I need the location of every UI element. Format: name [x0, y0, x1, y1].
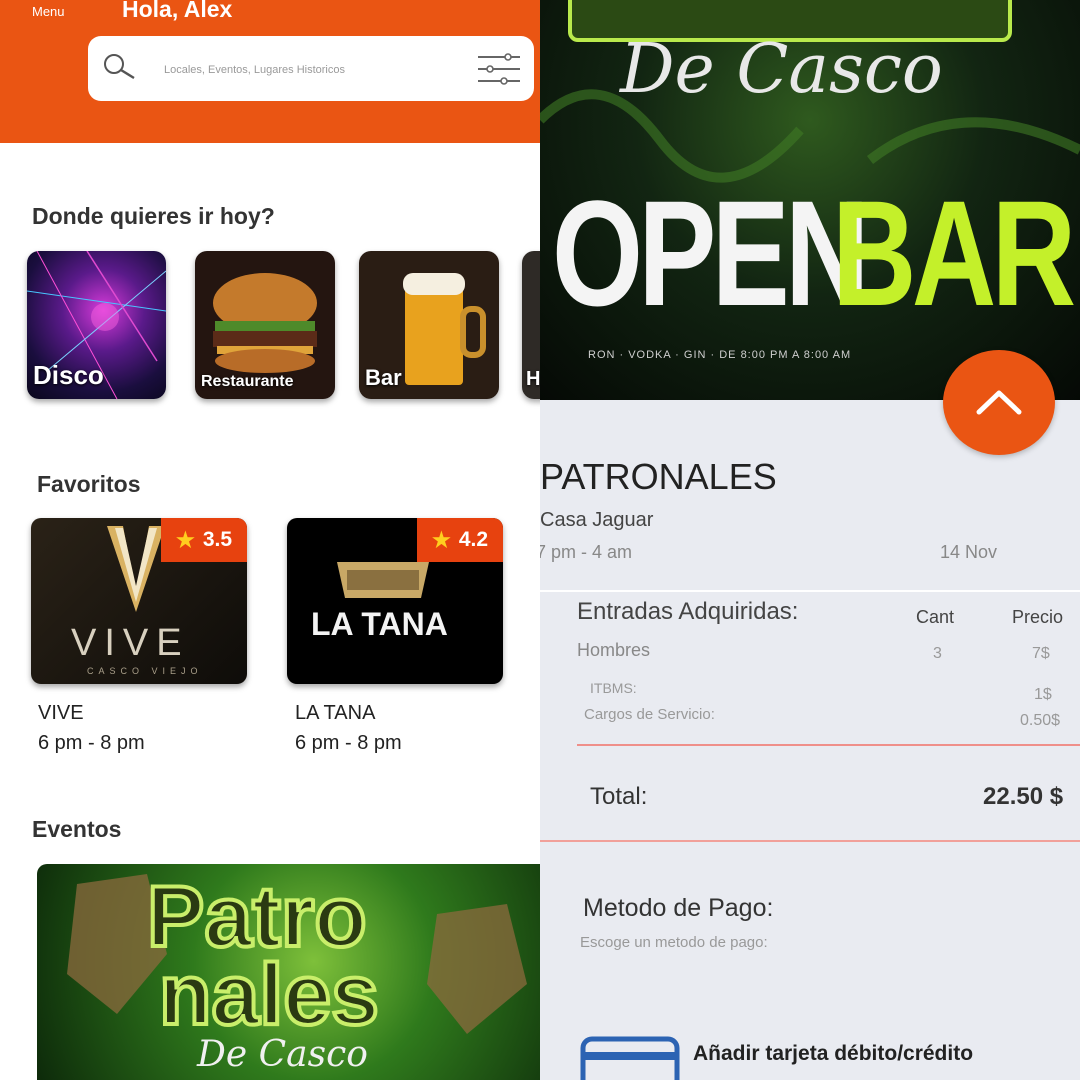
favorite-card-latana[interactable]: LA TANA ★ 4.2: [287, 518, 503, 684]
favorite-name: LA TANA: [295, 702, 376, 724]
service-label: Cargos de Servicio:: [584, 706, 715, 723]
ticket-row-qty: 3: [933, 645, 942, 662]
event-detail-screen: De Casco OPEN BAR RON · VODKA · GIN · DE…: [540, 0, 1080, 1080]
total-divider: [540, 840, 1080, 842]
favorites-title: Favoritos: [37, 471, 141, 497]
chevron-up-icon: [976, 390, 1022, 415]
favorite-card-vive[interactable]: VIVE CASCO VIEJO ★ 3.5: [31, 518, 247, 684]
event-poster: De Casco OPEN BAR RON · VODKA · GIN · DE…: [540, 0, 1080, 400]
event-title: PATRONALES: [540, 456, 777, 497]
vive-logo-text: VIVE: [71, 622, 190, 664]
home-screen: Menu Hola, Alex Locales, Eventos, Lugare…: [0, 0, 540, 1080]
events-title: Eventos: [32, 816, 122, 842]
divider: [540, 590, 1080, 592]
rating-badge: ★ 3.5: [161, 518, 247, 562]
service-value: 0.50$: [1020, 712, 1061, 729]
poster-drinks: RON · VODKA · GIN · DE 8:00 PM A 8:00 AM: [588, 349, 852, 361]
header-bar: Menu Hola, Alex Locales, Eventos, Lugare…: [0, 0, 540, 143]
search-input[interactable]: Locales, Eventos, Lugares Historicos: [164, 64, 345, 76]
favorite-time: 6 pm - 8 pm: [295, 732, 402, 754]
collapse-button[interactable]: [943, 350, 1055, 455]
itbms-value: 1$: [1034, 686, 1052, 703]
tickets-title: Entradas Adquiridas:: [577, 598, 799, 625]
tickets-col-qty: Cant: [916, 607, 955, 627]
poster-open: OPEN: [552, 169, 870, 337]
event-venue: Casa Jaguar: [540, 509, 654, 531]
summary-divider: [577, 744, 1080, 746]
vive-logo-sub: CASCO VIEJO: [87, 666, 203, 676]
event-date: 14 Nov: [940, 542, 998, 562]
greeting: Hola, Alex: [122, 0, 233, 22]
rating-badge: ★ 4.2: [417, 518, 503, 562]
menu-button[interactable]: Menu: [32, 4, 65, 19]
total-label: Total:: [590, 783, 648, 810]
add-card-label: Añadir tarjeta débito/crédito: [693, 1042, 974, 1065]
event-banner-line2: nales: [157, 947, 381, 1043]
favorite-name: VIVE: [38, 702, 84, 724]
latana-logo-text: LA TANA: [311, 606, 448, 642]
category-label: Bar: [365, 365, 402, 390]
poster-script: De Casco: [620, 30, 943, 109]
event-banner-script: De Casco: [197, 1034, 368, 1075]
star-icon: ★: [175, 528, 195, 552]
star-icon: ★: [431, 528, 451, 552]
screenshot: Menu Hola, Alex Locales, Eventos, Lugare…: [0, 0, 1080, 1080]
category-disco[interactable]: Disco: [27, 251, 166, 399]
event-banner-patronales[interactable]: Patro nales De Casco: [37, 864, 540, 1080]
filter-icon[interactable]: [476, 52, 522, 86]
credit-card-icon: [580, 1036, 680, 1080]
ticket-row-label: Hombres: [577, 640, 651, 660]
payment-title: Metodo de Pago:: [583, 894, 774, 922]
payment-subtitle: Escoge un metodo de pago:: [580, 934, 768, 951]
category-label: Restaurante: [201, 373, 294, 390]
add-card-option[interactable]: Añadir tarjeta débito/crédito: [580, 1034, 1080, 1080]
categories-title: Donde quieres ir hoy?: [32, 203, 275, 229]
category-bar[interactable]: Bar: [359, 251, 499, 399]
poster-bar: BAR: [832, 169, 1076, 337]
rating-value: 3.5: [202, 528, 233, 551]
rating-value: 4.2: [458, 528, 489, 551]
ticket-row-price: 7$: [1032, 645, 1050, 662]
category-restaurante[interactable]: Restaurante: [195, 251, 335, 399]
favorite-time: 6 pm - 8 pm: [38, 732, 145, 754]
total-value: 22.50 $: [983, 783, 1064, 810]
category-label: Disco: [33, 360, 104, 390]
search-icon: [104, 54, 135, 80]
category-partial[interactable]: H: [522, 251, 540, 399]
itbms-label: ITBMS:: [590, 680, 637, 696]
category-label: H: [526, 368, 540, 390]
search-bar[interactable]: Locales, Eventos, Lugares Historicos: [88, 36, 534, 101]
tickets-col-price: Precio: [1012, 607, 1064, 627]
event-time: 7 pm - 4 am: [540, 542, 633, 562]
